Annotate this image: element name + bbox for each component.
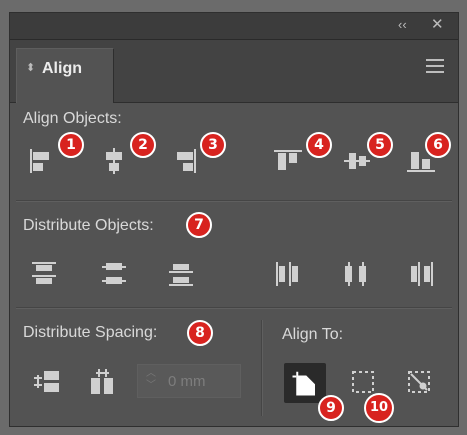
callout-badge-1: 1 <box>58 132 84 158</box>
align-left-edges-button[interactable] <box>26 145 58 177</box>
align-horizontal-centers-icon <box>106 148 122 174</box>
distribute-top-edges-icon <box>32 262 56 284</box>
align-to-label: Align To: <box>282 326 344 343</box>
align-horizontal-centers-button[interactable] <box>98 145 130 177</box>
stepper-down-icon[interactable]: ﹀ <box>141 380 161 392</box>
align-left-edges-icon <box>30 149 49 173</box>
panel-titlebar: ‹‹ ✕ <box>10 13 458 40</box>
panel-menu-icon[interactable] <box>426 59 444 73</box>
distribute-horizontal-centers-button[interactable] <box>340 258 372 290</box>
callout-badge-2: 2 <box>130 132 156 158</box>
distribute-top-edges-button[interactable] <box>28 258 60 290</box>
section-divider <box>16 200 452 202</box>
tab-expand-arrow-icon[interactable]: ⬍ <box>26 61 35 74</box>
callout-badge-5: 5 <box>367 132 393 158</box>
tab-title: Align <box>42 60 82 77</box>
callout-badge-4: 4 <box>306 132 332 158</box>
distribute-bottom-edges-button[interactable] <box>165 258 197 290</box>
distribute-objects-label: Distribute Objects: <box>23 217 154 234</box>
callout-badge-9: 9 <box>318 395 344 421</box>
align-right-edges-button[interactable] <box>168 145 200 177</box>
stepper-up-icon[interactable]: ︿ <box>141 368 161 380</box>
distribute-bottom-edges-icon <box>169 264 193 286</box>
distribute-spacing-label: Distribute Spacing: <box>23 324 158 341</box>
distribute-right-edges-button[interactable] <box>405 258 437 290</box>
align-to-key-object-button[interactable] <box>403 366 435 398</box>
align-to-key-object-icon <box>408 371 430 393</box>
callout-badge-10: 10 <box>364 393 394 423</box>
tab-align[interactable]: ⬍ Align <box>16 48 114 103</box>
vertical-distribute-space-button[interactable] <box>31 366 63 398</box>
horizontal-distribute-space-button[interactable] <box>87 366 119 398</box>
callout-badge-6: 6 <box>425 132 451 158</box>
align-objects-label: Align Objects: <box>23 110 122 127</box>
distribute-vertical-centers-icon <box>102 263 126 284</box>
align-top-edges-button[interactable] <box>272 145 304 177</box>
align-to-artboard-button[interactable] <box>284 363 326 403</box>
double-chevron-left-icon[interactable]: ‹‹ <box>398 16 407 34</box>
distribute-left-edges-icon <box>276 262 298 286</box>
distribute-left-edges-button[interactable] <box>272 258 304 290</box>
align-top-edges-icon <box>274 150 302 170</box>
spacing-input[interactable]: ︿ ﹀ 0 mm <box>137 364 241 398</box>
distribute-horizontal-centers-icon <box>345 262 366 286</box>
distribute-right-edges-icon <box>411 262 433 286</box>
callout-badge-3: 3 <box>200 132 226 158</box>
close-icon[interactable]: ✕ <box>431 16 444 34</box>
callout-badge-7: 7 <box>186 212 212 238</box>
align-to-artboard-icon <box>292 371 315 396</box>
spacing-stepper[interactable]: ︿ ﹀ <box>141 368 161 394</box>
section-divider <box>16 307 452 309</box>
horizontal-distribute-space-icon <box>91 369 113 394</box>
align-right-edges-icon <box>177 149 196 173</box>
spacing-value[interactable]: 0 mm <box>168 373 206 390</box>
align-panel: ‹‹ ✕ ⬍ Align Align Objects: Distribute O… <box>9 12 459 427</box>
distribute-vertical-centers-button[interactable] <box>98 258 130 290</box>
vertical-distribute-space-icon <box>34 371 59 392</box>
panel-tabbar: ⬍ Align <box>10 40 458 103</box>
vertical-divider <box>261 320 263 416</box>
callout-badge-8: 8 <box>187 320 213 346</box>
